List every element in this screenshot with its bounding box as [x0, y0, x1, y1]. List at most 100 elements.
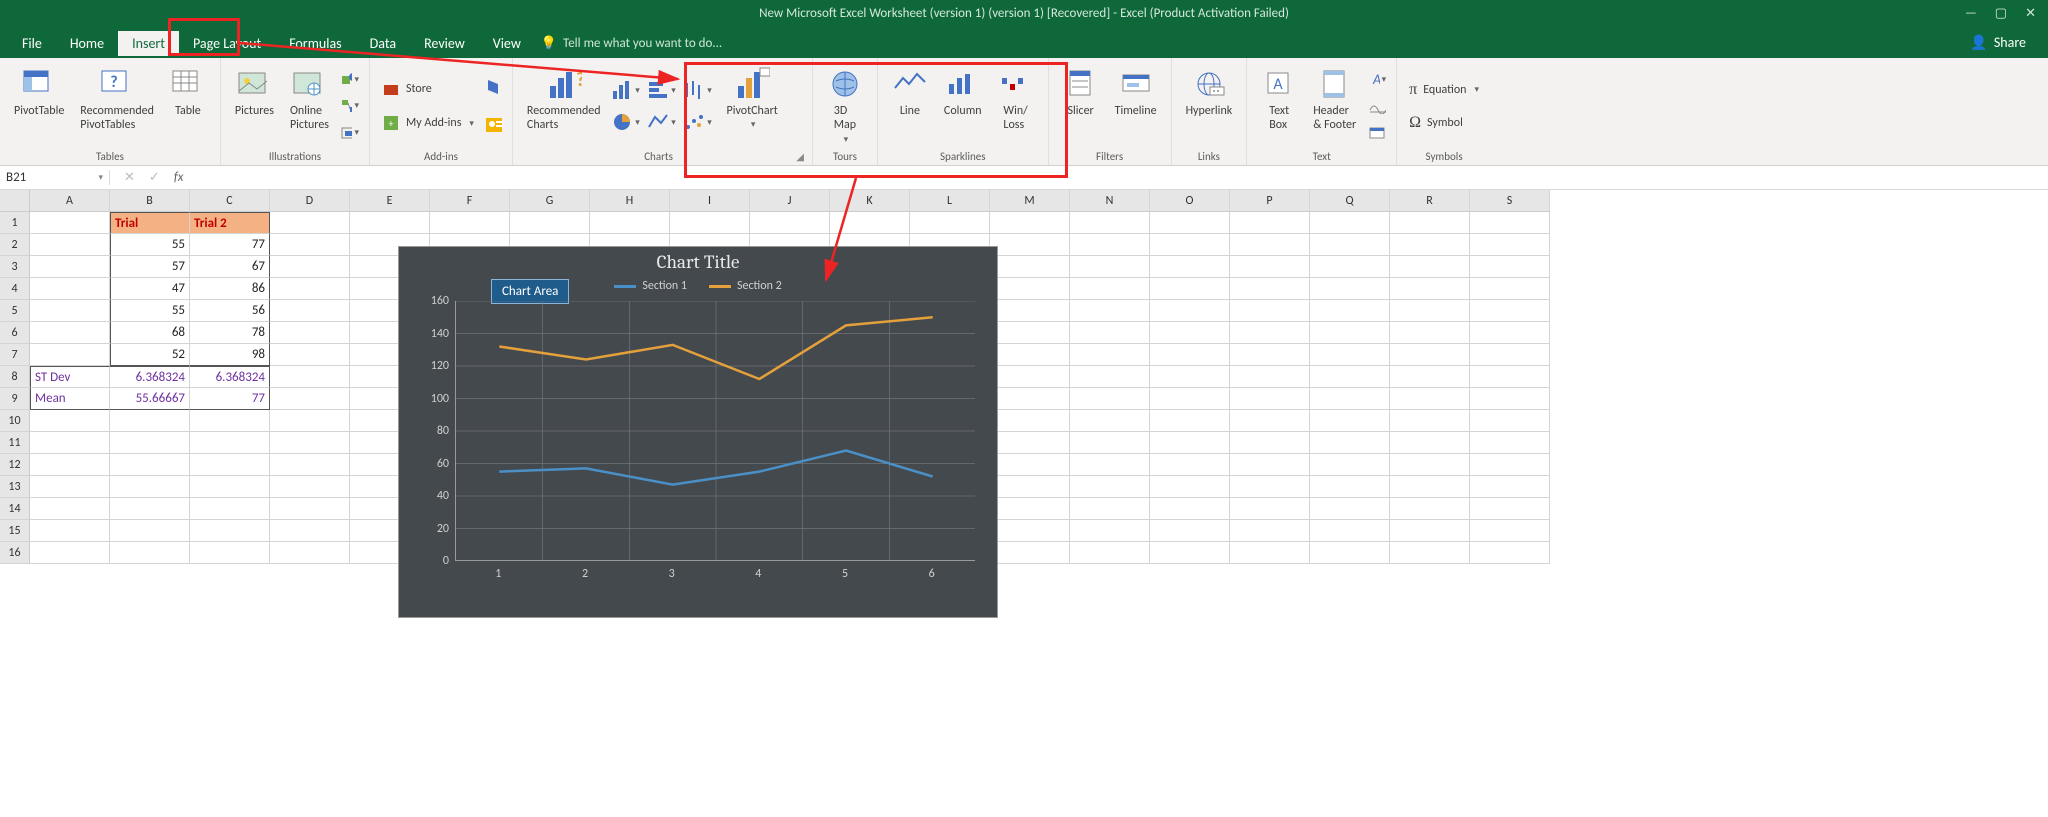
cell[interactable]: [350, 212, 430, 234]
row-header[interactable]: 15: [0, 520, 30, 542]
cell[interactable]: [30, 520, 110, 542]
row-header[interactable]: 9: [0, 388, 30, 410]
cell[interactable]: [1310, 410, 1390, 432]
cell[interactable]: [1150, 256, 1230, 278]
column-header[interactable]: J: [750, 190, 830, 212]
cell[interactable]: [990, 322, 1070, 344]
cell[interactable]: [990, 300, 1070, 322]
sparkline-line-button[interactable]: Line: [886, 64, 934, 148]
cell[interactable]: [270, 278, 350, 300]
cell[interactable]: [1310, 388, 1390, 410]
cell[interactable]: [1470, 542, 1550, 564]
cell[interactable]: [270, 366, 350, 388]
cell[interactable]: [30, 212, 110, 234]
cell[interactable]: [1230, 300, 1310, 322]
cell[interactable]: [1150, 322, 1230, 344]
menu-review[interactable]: Review: [410, 31, 479, 56]
menu-page-layout[interactable]: Page Layout: [179, 31, 275, 56]
cell[interactable]: Mean: [30, 388, 110, 410]
cell[interactable]: [30, 476, 110, 498]
cell[interactable]: [1390, 498, 1470, 520]
cell[interactable]: [1470, 344, 1550, 366]
cell[interactable]: [990, 366, 1070, 388]
table-button[interactable]: Table: [164, 64, 212, 148]
cell[interactable]: [270, 410, 350, 432]
cell[interactable]: [1310, 520, 1390, 542]
cell[interactable]: [1390, 234, 1470, 256]
cell[interactable]: [1310, 234, 1390, 256]
window-close-icon[interactable]: ✕: [2025, 0, 2036, 28]
slicer-button[interactable]: Slicer: [1057, 64, 1105, 148]
cell[interactable]: [30, 300, 110, 322]
column-header[interactable]: I: [670, 190, 750, 212]
column-header[interactable]: K: [830, 190, 910, 212]
sparkline-winloss-button[interactable]: Win/ Loss: [992, 64, 1040, 148]
cell[interactable]: [990, 234, 1070, 256]
cell[interactable]: [990, 344, 1070, 366]
cell[interactable]: [190, 542, 270, 564]
cell[interactable]: 47: [110, 278, 190, 300]
cell[interactable]: [30, 542, 110, 564]
recommended-charts-button[interactable]: ?Recommended Charts: [521, 64, 607, 148]
cell[interactable]: [1310, 498, 1390, 520]
cell[interactable]: [1390, 278, 1470, 300]
cell[interactable]: [1150, 454, 1230, 476]
row-header[interactable]: 4: [0, 278, 30, 300]
row-header[interactable]: 12: [0, 454, 30, 476]
cell[interactable]: [1230, 234, 1310, 256]
cell[interactable]: [1470, 234, 1550, 256]
cell[interactable]: [1390, 410, 1470, 432]
cell[interactable]: [1470, 498, 1550, 520]
cell[interactable]: [1390, 520, 1470, 542]
cell[interactable]: [1390, 388, 1470, 410]
cell[interactable]: [1070, 476, 1150, 498]
row-header[interactable]: 14: [0, 498, 30, 520]
cell[interactable]: [1310, 476, 1390, 498]
symbol-button[interactable]: ΩSymbol: [1405, 111, 1483, 134]
cell[interactable]: [1230, 410, 1310, 432]
bar-chart-button[interactable]: [647, 75, 677, 105]
cell[interactable]: [1230, 454, 1310, 476]
cell[interactable]: [1230, 542, 1310, 564]
cell[interactable]: [1310, 212, 1390, 234]
menu-insert[interactable]: Insert: [118, 31, 179, 56]
cell[interactable]: [270, 454, 350, 476]
cell[interactable]: [1150, 278, 1230, 300]
cell[interactable]: ST Dev: [30, 366, 110, 388]
cell[interactable]: 67: [190, 256, 270, 278]
cell[interactable]: [1310, 454, 1390, 476]
row-header[interactable]: 1: [0, 212, 30, 234]
fx-icon[interactable]: fx: [174, 170, 184, 185]
header-footer-button[interactable]: Header & Footer: [1307, 64, 1362, 148]
stock-chart-button[interactable]: [683, 75, 713, 105]
cell[interactable]: [1230, 476, 1310, 498]
cancel-formula-icon[interactable]: ✕: [124, 170, 135, 185]
select-all-button[interactable]: [0, 190, 30, 212]
cell[interactable]: 52: [110, 344, 190, 366]
cell[interactable]: [990, 212, 1070, 234]
cell[interactable]: [110, 410, 190, 432]
row-header[interactable]: 8: [0, 366, 30, 388]
cell[interactable]: [110, 542, 190, 564]
cell[interactable]: [190, 410, 270, 432]
cell[interactable]: [270, 432, 350, 454]
cell[interactable]: [1230, 388, 1310, 410]
cell[interactable]: [1070, 542, 1150, 564]
cell[interactable]: [990, 278, 1070, 300]
column-header[interactable]: E: [350, 190, 430, 212]
cell[interactable]: 6.368324: [110, 366, 190, 388]
cell[interactable]: 55: [110, 300, 190, 322]
column-header[interactable]: N: [1070, 190, 1150, 212]
window-minimize-icon[interactable]: —: [1965, 0, 1977, 28]
cell[interactable]: [1230, 278, 1310, 300]
cell[interactable]: [990, 256, 1070, 278]
cell[interactable]: [30, 344, 110, 366]
3d-map-button[interactable]: 3D Map: [821, 64, 869, 148]
cell[interactable]: [1390, 432, 1470, 454]
column-header[interactable]: A: [30, 190, 110, 212]
cell[interactable]: [1230, 212, 1310, 234]
cell[interactable]: 77: [190, 388, 270, 410]
scatter-chart-button[interactable]: [683, 107, 713, 137]
cell[interactable]: [1470, 256, 1550, 278]
cell[interactable]: [1230, 344, 1310, 366]
